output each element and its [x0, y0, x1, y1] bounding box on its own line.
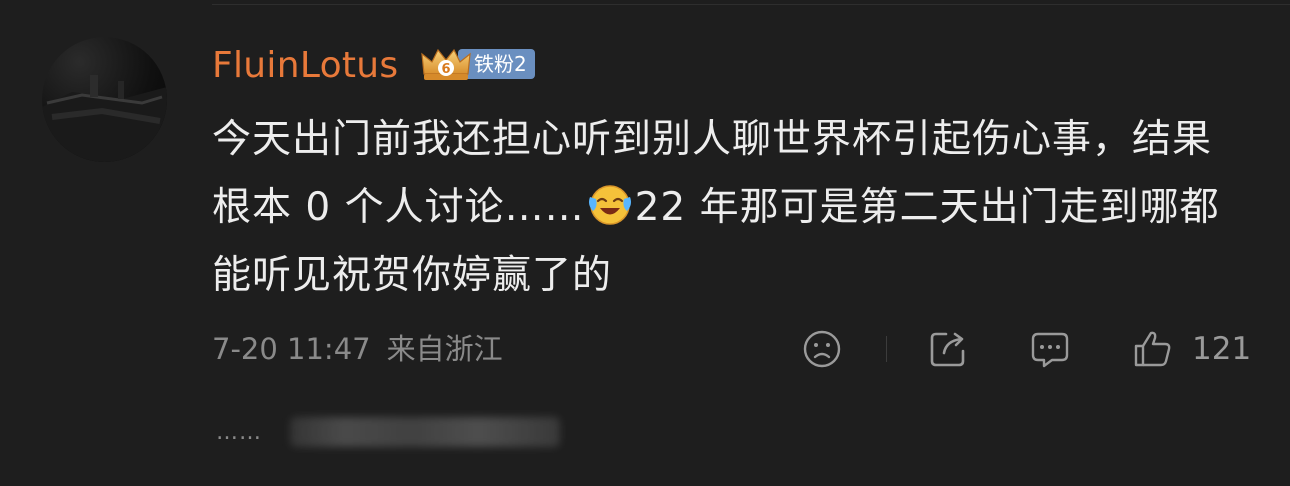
- laugh-cry-emoji-icon: [588, 185, 631, 225]
- reply-preview[interactable]: ……: [216, 412, 560, 452]
- timestamp: 7-20 11:47: [212, 332, 371, 366]
- comment-icon[interactable]: [1030, 329, 1070, 369]
- comment-text: 今天出门前我还担心听到别人聊世界杯引起伤心事，结果根本 0 个人讨论…… 22 …: [212, 106, 1232, 310]
- top-divider: [212, 4, 1290, 5]
- blurred-reply-placeholder: [290, 417, 560, 447]
- like-count: 121: [1192, 331, 1252, 367]
- action-divider: [886, 336, 887, 362]
- comment-meta: 7-20 11:47 来自浙江: [212, 326, 503, 372]
- fan-level-number: 6: [441, 62, 450, 77]
- sad-face-icon[interactable]: [802, 329, 842, 369]
- username[interactable]: FluinLotus: [212, 40, 398, 92]
- location: 来自浙江: [386, 332, 503, 366]
- reply-preview-ellipsis: ……: [216, 419, 262, 445]
- fan-badge[interactable]: 6 铁粉2: [420, 44, 535, 84]
- crown-icon: 6: [421, 48, 471, 80]
- share-icon[interactable]: [928, 329, 968, 369]
- avatar-image: [42, 75, 167, 162]
- avatar[interactable]: [42, 37, 167, 162]
- thumbs-up-icon[interactable]: [1132, 329, 1172, 369]
